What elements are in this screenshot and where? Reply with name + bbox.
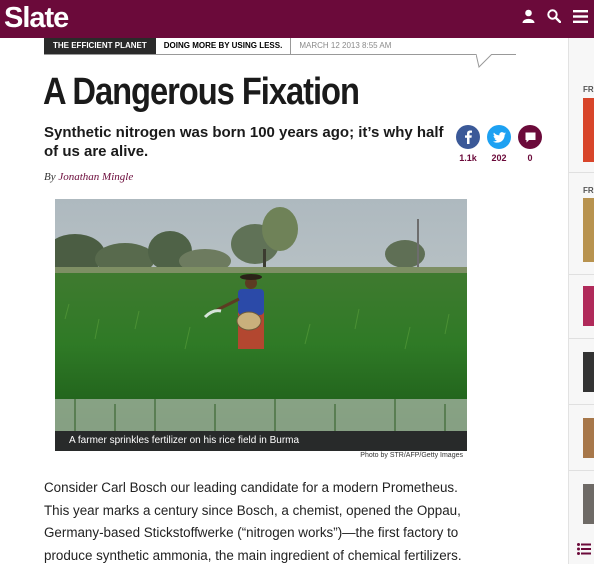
rail-thumbnail[interactable]: [583, 98, 594, 162]
image-caption: A farmer sprinkles fertilizer on his ric…: [55, 431, 467, 451]
series-tag[interactable]: DOING MORE BY USING LESS.: [155, 38, 292, 54]
twitter-share[interactable]: 202: [487, 125, 511, 163]
rice-field-photo: [55, 199, 467, 431]
search-icon[interactable]: [547, 9, 561, 23]
user-icon[interactable]: [522, 9, 535, 23]
byline: By Jonathan Mingle: [44, 171, 133, 183]
article-dek: Synthetic nitrogen was born 100 years ag…: [44, 124, 444, 160]
comments-share[interactable]: 0: [518, 125, 542, 163]
twitter-icon[interactable]: [487, 125, 511, 149]
article-body: Consider Carl Bosch our leading candidat…: [44, 480, 462, 563]
rail-divider: [569, 338, 594, 339]
lead-image: [55, 199, 467, 451]
facebook-share[interactable]: 1.1k: [456, 125, 480, 163]
comment-icon[interactable]: [518, 125, 542, 149]
kicker-notch: [476, 54, 493, 68]
author-link[interactable]: Jonathan Mingle: [58, 171, 133, 183]
menu-icon[interactable]: [573, 9, 588, 23]
rail-thumbnail[interactable]: [583, 198, 594, 262]
rail-thumbnail[interactable]: [583, 352, 594, 392]
header-icons: [522, 9, 588, 23]
share-count: 0: [527, 153, 533, 163]
article-headline: A Dangerous Fixation: [43, 71, 360, 113]
kicker-bar: THE EFFICIENT PLANET DOING MORE BY USING…: [44, 38, 399, 54]
share-count: 202: [491, 153, 507, 163]
kicker-rule: [44, 54, 516, 55]
rail-thumbnail[interactable]: [583, 484, 594, 524]
rail-label: FR: [583, 85, 594, 94]
rail-divider: [569, 404, 594, 405]
share-tools: 1.1k 202 0: [456, 125, 542, 163]
rail-label: FR: [583, 186, 594, 195]
section-tag[interactable]: THE EFFICIENT PLANET: [44, 38, 156, 54]
site-header: Slate: [0, 0, 594, 38]
facebook-icon[interactable]: [456, 125, 480, 149]
publish-date: MARCH 12 2013 8:55 AM: [299, 41, 392, 50]
rail-divider: [569, 470, 594, 471]
right-rail: FR FR: [568, 38, 594, 564]
rail-divider: [569, 172, 594, 173]
list-icon[interactable]: [577, 542, 593, 560]
rail-thumbnail[interactable]: [583, 286, 594, 326]
byline-prefix: By: [44, 171, 56, 183]
image-credit: Photo by STR/AFP/Getty Images: [360, 452, 463, 459]
share-count: 1.1k: [459, 153, 477, 163]
rail-thumbnail[interactable]: [583, 418, 594, 458]
rail-divider: [569, 274, 594, 275]
slate-logo[interactable]: Slate: [4, 0, 69, 36]
